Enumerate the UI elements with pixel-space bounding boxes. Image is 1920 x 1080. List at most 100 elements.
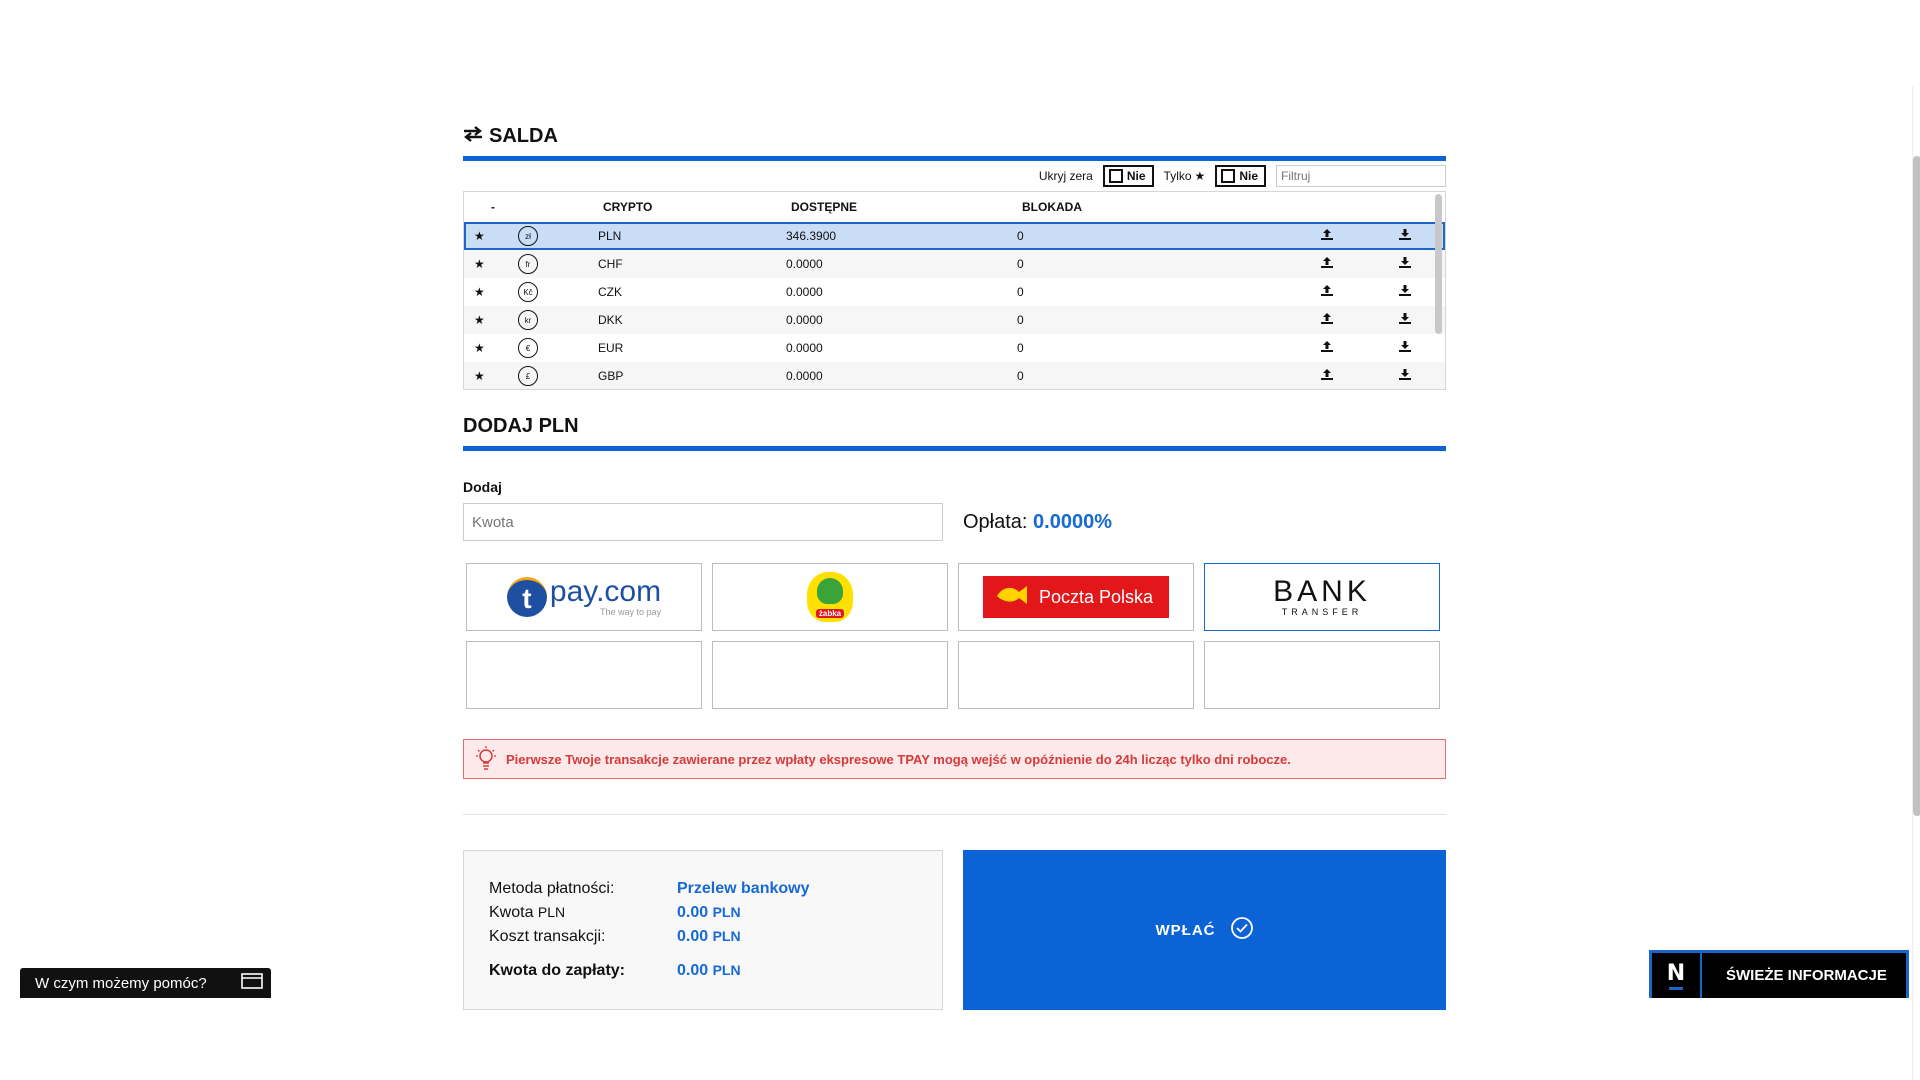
payment-method-empty-4[interactable] — [1204, 641, 1440, 709]
deposit-title-underline — [463, 446, 1446, 451]
checkbox-icon — [1221, 169, 1236, 183]
deposit-icon[interactable] — [1321, 313, 1333, 327]
poczta-polska-logo: Poczta Polska — [983, 576, 1169, 618]
amount-row: Opłata: 0.0000% — [463, 503, 1446, 541]
balances-table-header: - CRYPTO DOSTĘPNE BLOKADA — [464, 192, 1445, 222]
window-icon — [241, 973, 263, 993]
zabka-logo: żabka — [807, 572, 853, 622]
summary-amount-row: Kwota PLN 0.00 PLN — [489, 904, 741, 921]
currency-icon: zł — [518, 226, 538, 246]
post-horn-icon — [995, 584, 1031, 611]
checkbox-icon — [1108, 169, 1123, 183]
frog-icon — [817, 578, 843, 604]
withdraw-icon[interactable] — [1399, 313, 1411, 327]
withdraw-icon[interactable] — [1399, 341, 1411, 355]
deposit-icon[interactable] — [1321, 257, 1333, 271]
col-header-available[interactable]: DOSTĘPNE — [786, 200, 1017, 214]
withdraw-icon[interactable] — [1399, 229, 1411, 243]
payment-methods: t pay.com The way to pay żabka Poczta Po… — [466, 563, 1446, 709]
currency-icon: £ — [518, 366, 538, 386]
withdraw-icon[interactable] — [1399, 369, 1411, 383]
star-icon[interactable]: ★ — [474, 313, 485, 327]
balances-title: SALDA — [463, 118, 1446, 154]
payment-method-empty-2[interactable] — [712, 641, 948, 709]
deposit-icon[interactable] — [1321, 285, 1333, 299]
available-amount: 0.0000 — [786, 341, 823, 355]
balance-row-chf[interactable]: ★ fr CHF 0.0000 0 — [464, 250, 1445, 278]
currency-code: GBP — [598, 369, 624, 383]
star-icon[interactable]: ★ — [474, 257, 485, 271]
payment-summary: Metoda płatności: Przelew bankowy Kwota … — [463, 850, 943, 1010]
balances-rows: ★ zł PLN 346.3900 0 ★ fr CHF 0.0000 0 ★ Kč CZK 0.0000… — [464, 222, 1445, 389]
summary-cost-row: Koszt transakcji: 0.00 PLN — [489, 928, 741, 945]
page-scrollbar[interactable] — [1912, 86, 1920, 1080]
payment-method-empty-3[interactable] — [958, 641, 1194, 709]
currency-code: EUR — [598, 341, 624, 355]
hide-zeros-toggle[interactable]: Nie — [1102, 165, 1154, 187]
currency-icon: Kč — [518, 282, 538, 302]
currency-icon: € — [518, 338, 538, 358]
available-amount: 0.0000 — [786, 285, 823, 299]
table-scrollbar[interactable] — [1435, 194, 1442, 334]
star-icon: ★ — [1194, 169, 1206, 183]
only-favorites-label: Tylko ★ — [1163, 169, 1206, 183]
checkout-area: Metoda płatności: Przelew bankowy Kwota … — [463, 850, 1446, 1010]
blocked-amount: 0 — [1017, 369, 1024, 383]
currency-icon: fr — [518, 254, 538, 274]
blocked-amount: 0 — [1017, 341, 1024, 355]
page-scrollbar-thumb[interactable] — [1913, 156, 1920, 816]
available-amount: 0.0000 — [786, 257, 823, 271]
payment-method-zabka[interactable]: żabka — [712, 563, 948, 631]
balances-filter-input[interactable] — [1276, 165, 1446, 187]
amount-input[interactable] — [463, 503, 943, 541]
summary-method-row: Metoda płatności: Przelew bankowy — [489, 880, 810, 897]
blocked-amount: 0 — [1017, 313, 1024, 327]
summary-total-row: Kwota do zapłaty: 0.00 PLN — [489, 962, 741, 979]
balance-row-eur[interactable]: ★ € EUR 0.0000 0 — [464, 334, 1445, 362]
withdraw-icon[interactable] — [1399, 257, 1411, 271]
currency-code: CZK — [598, 285, 622, 299]
main-content: SALDA Ukryj zera Nie Tylko ★ Nie - CRYPT… — [463, 118, 1446, 1010]
tpay-delay-notice: Pierwsze Twoje transakcje zawierane prze… — [463, 739, 1446, 779]
currency-code: CHF — [598, 257, 623, 271]
available-amount: 0.0000 — [786, 313, 823, 327]
check-circle-icon — [1230, 916, 1254, 944]
balance-row-pln[interactable]: ★ zł PLN 346.3900 0 — [464, 222, 1445, 250]
deposit-icon[interactable] — [1321, 341, 1333, 355]
payment-method-empty-1[interactable] — [466, 641, 702, 709]
payment-method-tpay[interactable]: t pay.com The way to pay — [466, 563, 702, 631]
balance-row-gbp[interactable]: ★ £ GBP 0.0000 0 — [464, 362, 1445, 389]
payment-method-poczta-polska[interactable]: Poczta Polska — [958, 563, 1194, 631]
only-favorites-toggle[interactable]: Nie — [1215, 165, 1266, 187]
blocked-amount: 0 — [1017, 257, 1024, 271]
balance-row-czk[interactable]: ★ Kč CZK 0.0000 0 — [464, 278, 1445, 306]
bank-transfer-logo: BANK TRANSFER — [1273, 575, 1371, 618]
add-label: Dodaj — [463, 479, 502, 495]
col-header-blocked[interactable]: BLOKADA — [1017, 200, 1279, 214]
blocked-amount: 0 — [1017, 229, 1024, 243]
balance-row-dkk[interactable]: ★ kr DKK 0.0000 0 — [464, 306, 1445, 334]
deposit-button[interactable]: WPŁAĆ — [963, 850, 1446, 1010]
star-icon[interactable]: ★ — [474, 341, 485, 355]
star-icon[interactable]: ★ — [474, 369, 485, 383]
star-icon[interactable]: ★ — [474, 229, 485, 243]
available-amount: 346.3900 — [786, 229, 837, 243]
fee-display: Opłata: 0.0000% — [963, 510, 1113, 533]
news-widget[interactable]: N ŚWIEŻE INFORMACJE — [1649, 950, 1909, 998]
deposit-title: DODAJ PLN — [463, 414, 579, 437]
lightbulb-icon — [476, 745, 496, 774]
star-icon[interactable]: ★ — [474, 285, 485, 299]
section-divider — [463, 814, 1446, 815]
col-header-crypto[interactable]: CRYPTO — [598, 200, 786, 214]
deposit-icon[interactable] — [1321, 229, 1333, 243]
available-amount: 0.0000 — [786, 369, 823, 383]
withdraw-icon[interactable] — [1399, 285, 1411, 299]
chat-widget[interactable]: W czym możemy pomóc? — [20, 968, 271, 998]
payment-method-bank-transfer[interactable]: BANK TRANSFER — [1204, 563, 1440, 631]
transfer-arrows-icon — [463, 125, 483, 148]
col-header-fav[interactable]: - — [464, 200, 518, 214]
balances-table: - CRYPTO DOSTĘPNE BLOKADA ★ zł PLN 346.3900… — [463, 191, 1446, 390]
hide-zeros-label: Ukryj zera — [1038, 169, 1093, 183]
currency-icon: kr — [518, 310, 538, 330]
deposit-icon[interactable] — [1321, 369, 1333, 383]
